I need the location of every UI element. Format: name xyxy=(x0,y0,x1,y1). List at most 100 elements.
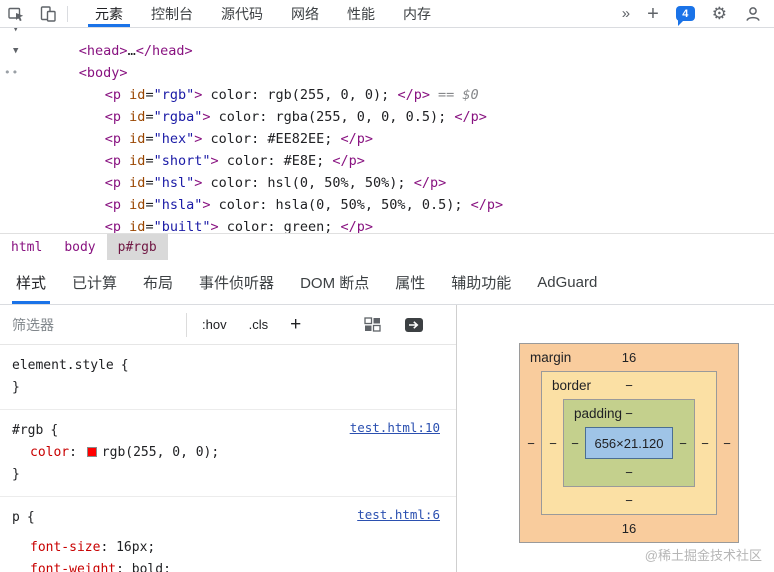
grid-icon xyxy=(363,317,381,332)
rule-selector[interactable]: element.style xyxy=(12,358,114,373)
profile-person-icon[interactable] xyxy=(744,5,762,23)
watermark-text: @稀土掘金技术社区 xyxy=(644,548,762,563)
margin-top-value[interactable]: 16 xyxy=(622,350,636,365)
style-declaration[interactable]: color: rgb(255, 0, 0); xyxy=(12,442,444,464)
new-style-rule-button[interactable]: + xyxy=(279,315,312,334)
padding-right-value[interactable]: − xyxy=(674,427,692,459)
inspect-cursor-icon xyxy=(8,7,24,21)
margin-label: margin xyxy=(530,350,572,365)
toolbar-right-controls: » + 4 ⚙ xyxy=(622,4,774,26)
tab-performance[interactable]: 性能 xyxy=(333,0,389,27)
property-name[interactable]: font-weight xyxy=(30,562,116,572)
border-top-value[interactable]: − xyxy=(625,378,633,393)
devtools-window: 元素 控制台 源代码 网络 性能 内存 » + 4 ⚙ •• ▼ <head>…<… xyxy=(0,0,774,572)
breadcrumb-item-p-rgb[interactable]: p#rgb xyxy=(106,234,168,260)
toolbar-divider xyxy=(67,5,68,22)
box-model-margin[interactable]: margin 16 − border − − padding − − 656×2… xyxy=(519,343,739,543)
style-rule-p: test.html:6 p { font-size: 16px; font-wei… xyxy=(0,497,456,572)
tab-adguard[interactable]: AdGuard xyxy=(524,260,610,304)
tab-sources[interactable]: 源代码 xyxy=(207,0,277,27)
semicolon-token: ; xyxy=(147,540,156,555)
tab-layout[interactable]: 布局 xyxy=(130,260,186,304)
colon-token: : xyxy=(100,540,117,555)
source-link[interactable]: test.html:6 xyxy=(357,507,440,522)
dom-node-p-built[interactable]: <p id="built"> color: green; </p> xyxy=(0,194,774,235)
more-panels-chevron-icon[interactable]: » xyxy=(622,5,630,22)
rule-selector-line[interactable]: element.style { xyxy=(12,355,444,377)
rule-close-line: } xyxy=(12,377,444,399)
expand-arrow-icon[interactable]: ▼ xyxy=(13,40,18,62)
box-model-border[interactable]: border − − padding − − 656×21.120 − − − … xyxy=(541,371,717,515)
border-right-value[interactable]: − xyxy=(696,399,714,487)
padding-top-value[interactable]: − xyxy=(625,406,633,421)
margin-left-value[interactable]: − xyxy=(522,371,540,515)
device-toolbar-icon xyxy=(40,5,56,22)
open-brace: { xyxy=(120,358,129,373)
styles-filter-input[interactable] xyxy=(0,305,182,344)
style-declaration[interactable]: font-weight: bold; xyxy=(12,559,444,572)
rule-selector[interactable]: p xyxy=(12,510,20,525)
padding-bottom-value[interactable]: − xyxy=(625,465,633,480)
property-value[interactable]: bold xyxy=(132,562,163,572)
add-panel-icon[interactable]: + xyxy=(647,4,659,24)
settings-gear-icon[interactable]: ⚙ xyxy=(712,5,727,22)
sidebar-tab-bar: 样式 已计算 布局 事件侦听器 DOM 断点 属性 辅助功能 AdGuard xyxy=(0,260,774,305)
rule-close-line: } xyxy=(12,464,444,486)
device-toolbar-button[interactable] xyxy=(32,0,64,28)
tab-accessibility[interactable]: 辅助功能 xyxy=(438,260,524,304)
tab-memory[interactable]: 内存 xyxy=(389,0,445,27)
dom-node-p-rgb[interactable]: <p id="rgb"> color: rgb(255, 0, 0); </p>… xyxy=(0,62,774,103)
open-brace: { xyxy=(26,510,35,525)
open-source-panel-button[interactable] xyxy=(400,313,428,337)
colon-token: : xyxy=(69,445,85,460)
margin-top-row: margin 16 xyxy=(520,344,738,371)
style-rule-rgb: test.html:10 #rgb { color: rgb(255, 0, 0)… xyxy=(0,410,456,497)
box-model-content[interactable]: 656×21.120 xyxy=(585,427,673,459)
tab-properties[interactable]: 属性 xyxy=(382,260,438,304)
property-value[interactable]: rgb(255, 0, 0) xyxy=(102,445,212,460)
property-value[interactable]: 16px xyxy=(116,540,147,555)
property-name[interactable]: font-size xyxy=(30,540,100,555)
filter-bar-divider xyxy=(186,312,187,337)
style-declaration[interactable]: font-size: 16px; xyxy=(12,537,444,559)
padding-left-value[interactable]: − xyxy=(566,427,584,459)
devtools-toolbar: 元素 控制台 源代码 网络 性能 内存 » + 4 ⚙ xyxy=(0,0,774,28)
rendering-grid-button[interactable] xyxy=(358,313,386,337)
dom-node-p-hsl[interactable]: <p id="hsl"> color: hsl(0, 50%, 50%); </… xyxy=(0,150,774,191)
margin-right-value[interactable]: − xyxy=(718,371,736,515)
style-rules-list: element.style { } test.html:10 #rgb { colo… xyxy=(0,345,456,572)
dom-node-p-hsla[interactable]: <p id="hsla"> color: hsla(0, 50%, 50%, 0… xyxy=(0,172,774,213)
toggle-element-state-button[interactable]: :hov xyxy=(191,312,238,337)
tab-dom-breakpoints[interactable]: DOM 断点 xyxy=(287,260,382,304)
dom-tree: •• ▼ <head>…</head> ▼ <body> <p id="rgb"> … xyxy=(0,18,774,257)
dom-node-p-hex[interactable]: <p id="hex"> color: #EE82EE; </p> xyxy=(0,106,774,147)
tab-styles[interactable]: 样式 xyxy=(3,260,59,304)
tab-network[interactable]: 网络 xyxy=(277,0,333,27)
padding-top-row: padding − xyxy=(564,400,694,427)
box-model-padding[interactable]: padding − − 656×21.120 − − xyxy=(563,399,695,487)
tab-elements[interactable]: 元素 xyxy=(81,0,137,27)
property-name[interactable]: color xyxy=(30,445,69,460)
tab-event-listeners[interactable]: 事件侦听器 xyxy=(186,260,287,304)
rule-selector[interactable]: #rgb xyxy=(12,423,43,438)
breadcrumb-item-html[interactable]: html xyxy=(0,234,53,260)
tab-console[interactable]: 控制台 xyxy=(137,0,207,27)
border-bottom-value[interactable]: − xyxy=(625,493,633,508)
source-link[interactable]: test.html:10 xyxy=(350,420,440,435)
dom-node-body[interactable]: ▼ <body> xyxy=(0,40,774,81)
border-label: border xyxy=(552,378,592,393)
styles-pane: :hov .cls + xyxy=(0,305,456,572)
dom-node-p-short[interactable]: <p id="short"> color: #E8E; </p> xyxy=(0,128,774,169)
border-top-row: border − xyxy=(542,372,716,399)
extension-badge[interactable]: 4 xyxy=(675,6,695,26)
filter-bar-icons xyxy=(358,313,456,337)
inspect-element-button[interactable] xyxy=(0,0,32,28)
margin-bottom-value[interactable]: 16 xyxy=(622,521,636,536)
tab-computed[interactable]: 已计算 xyxy=(59,260,130,304)
border-left-value[interactable]: − xyxy=(544,399,562,487)
close-brace: } xyxy=(12,467,20,482)
breadcrumb-item-body[interactable]: body xyxy=(53,234,106,260)
element-classes-button[interactable]: .cls xyxy=(238,312,280,337)
dom-node-p-rgba[interactable]: <p id="rgba"> color: rgba(255, 0, 0, 0.5… xyxy=(0,84,774,125)
color-swatch[interactable] xyxy=(86,447,97,457)
